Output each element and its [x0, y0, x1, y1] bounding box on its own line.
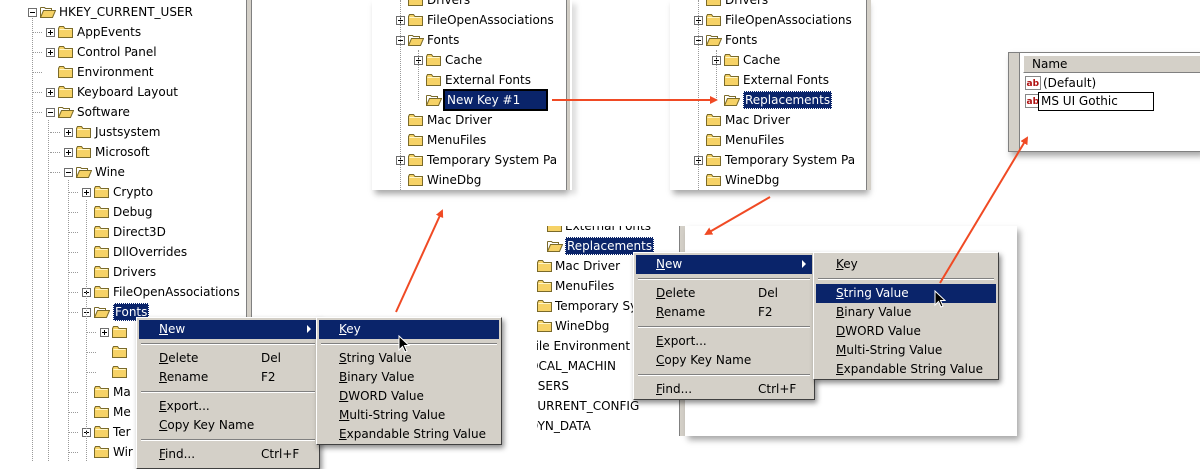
arrow-to-menu2	[704, 196, 771, 236]
arrow-to-value	[939, 136, 1029, 284]
arrow-to-newkey	[395, 209, 444, 313]
step-arrows	[395, 96, 1029, 313]
